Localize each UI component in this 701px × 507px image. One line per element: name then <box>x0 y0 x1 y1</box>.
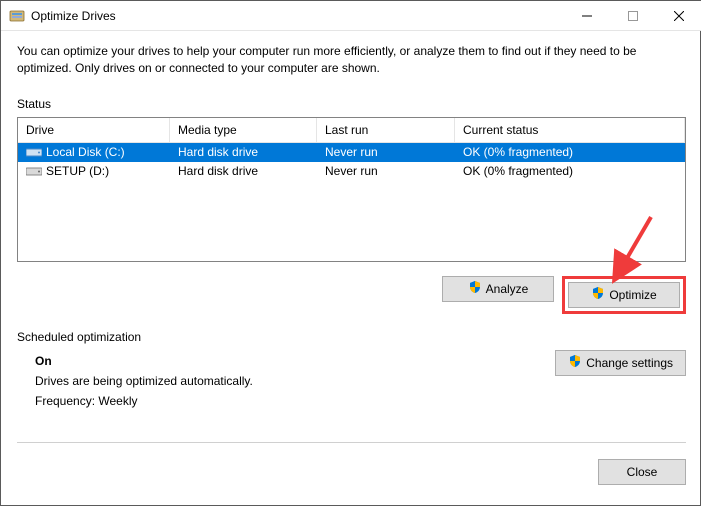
analyze-button[interactable]: Analyze <box>442 276 554 302</box>
titlebar: Optimize Drives <box>1 1 701 31</box>
column-drive[interactable]: Drive <box>18 118 170 142</box>
current-status: OK (0% fragmented) <box>455 164 685 178</box>
close-dialog-button[interactable]: Close <box>598 459 686 485</box>
action-buttons: Analyze Optimize <box>17 276 686 314</box>
close-label: Close <box>627 465 658 479</box>
optimize-button[interactable]: Optimize <box>568 282 680 308</box>
intro-text: You can optimize your drives to help you… <box>17 43 686 77</box>
change-settings-label: Change settings <box>586 356 673 370</box>
last-run: Never run <box>317 164 455 178</box>
schedule-description: Drives are being optimized automatically… <box>35 374 555 388</box>
shield-icon <box>591 286 605 303</box>
shield-icon <box>468 280 482 297</box>
drives-table: Drive Media type Last run Current status… <box>17 117 686 262</box>
close-button[interactable] <box>656 1 701 30</box>
divider <box>17 442 686 443</box>
change-settings-button[interactable]: Change settings <box>555 350 686 376</box>
drive-name: Local Disk (C:) <box>46 145 125 159</box>
bottom-buttons: Close <box>1 459 701 497</box>
schedule-section: On Drives are being optimized automatica… <box>17 350 686 414</box>
schedule-label: Scheduled optimization <box>17 330 686 344</box>
hdd-icon <box>26 146 42 158</box>
column-last-run[interactable]: Last run <box>317 118 455 142</box>
window-title: Optimize Drives <box>31 9 564 23</box>
table-header: Drive Media type Last run Current status <box>18 118 685 143</box>
optimize-label: Optimize <box>609 288 656 302</box>
media-type: Hard disk drive <box>170 145 317 159</box>
analyze-label: Analyze <box>486 282 529 296</box>
current-status: OK (0% fragmented) <box>455 145 685 159</box>
column-media-type[interactable]: Media type <box>170 118 317 142</box>
schedule-frequency: Frequency: Weekly <box>35 394 555 408</box>
shield-icon <box>568 354 582 371</box>
highlight-annotation: Optimize <box>562 276 686 314</box>
app-icon <box>9 8 25 24</box>
hdd-icon <box>26 165 42 177</box>
window-controls <box>564 1 701 30</box>
last-run: Never run <box>317 145 455 159</box>
drive-name: SETUP (D:) <box>46 164 109 178</box>
status-label: Status <box>17 97 686 111</box>
media-type: Hard disk drive <box>170 164 317 178</box>
table-row[interactable]: SETUP (D:) Hard disk drive Never run OK … <box>18 162 685 181</box>
schedule-state: On <box>35 354 555 368</box>
minimize-button[interactable] <box>564 1 610 30</box>
column-current-status[interactable]: Current status <box>455 118 685 142</box>
maximize-button[interactable] <box>610 1 656 30</box>
table-row[interactable]: Local Disk (C:) Hard disk drive Never ru… <box>18 143 685 162</box>
